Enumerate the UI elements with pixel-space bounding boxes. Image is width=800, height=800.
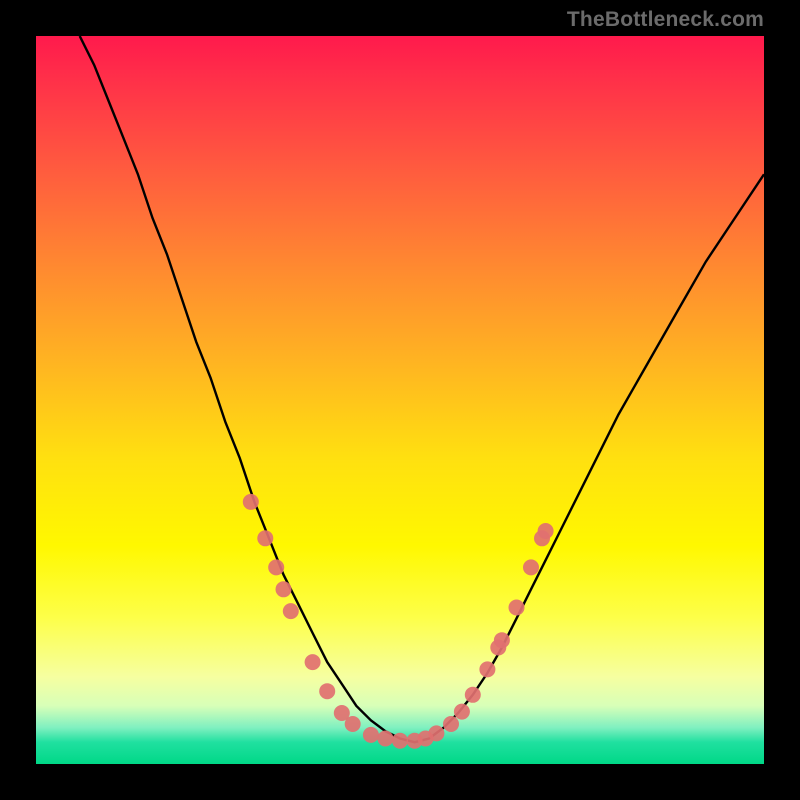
- data-point: [363, 727, 379, 743]
- source-watermark: TheBottleneck.com: [567, 8, 764, 32]
- data-point: [283, 603, 299, 619]
- bottleneck-curve: [80, 36, 764, 742]
- data-point: [428, 725, 444, 741]
- data-point: [243, 494, 259, 510]
- data-points: [243, 494, 554, 749]
- data-point: [377, 731, 393, 747]
- data-point: [392, 733, 408, 749]
- data-point: [257, 530, 273, 546]
- data-point: [509, 600, 525, 616]
- chart-svg: [36, 36, 764, 764]
- data-point: [454, 704, 470, 720]
- data-point: [305, 654, 321, 670]
- plot-area: [36, 36, 764, 764]
- data-point: [538, 523, 554, 539]
- data-point: [479, 661, 495, 677]
- data-point: [465, 687, 481, 703]
- data-point: [268, 559, 284, 575]
- data-point: [345, 716, 361, 732]
- data-point: [319, 683, 335, 699]
- data-point: [443, 716, 459, 732]
- data-point: [523, 559, 539, 575]
- data-point: [494, 632, 510, 648]
- data-point: [276, 581, 292, 597]
